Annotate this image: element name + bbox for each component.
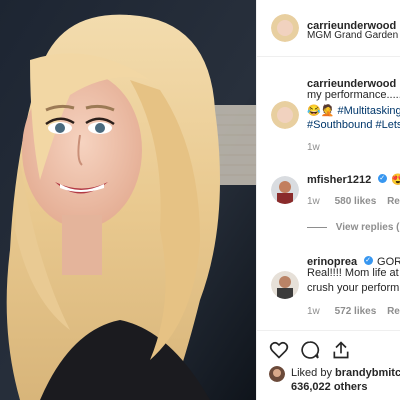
comment-username[interactable]: mfisher1212 <box>307 174 371 186</box>
comment-avatar-image <box>271 271 299 299</box>
caption-line3[interactable]: #Southbound #Lets <box>307 119 400 131</box>
avatar-image <box>271 14 299 42</box>
comment-icon[interactable] <box>300 340 320 360</box>
verified-icon: ✓ <box>377 174 387 184</box>
comment-likes[interactable]: 572 likes <box>335 306 377 317</box>
reply-button[interactable]: Repl <box>387 196 400 207</box>
caption-hashtag[interactable]: #Multitasking <box>337 105 400 117</box>
comment-avatar[interactable] <box>271 271 299 299</box>
liked-by-row: Liked by brandybmitch <box>291 367 400 379</box>
liked-by-avatar-image <box>269 366 285 382</box>
view-replies-label: View replies (14 <box>335 222 400 233</box>
comment-avatar-image <box>271 176 299 204</box>
caption-line2: 😂🤦 #Multitasking <box>307 104 400 117</box>
comment-likes[interactable]: 580 likes <box>335 196 377 207</box>
likes-count[interactable]: 636,022 others <box>291 381 400 393</box>
share-icon[interactable] <box>331 340 351 360</box>
caption-avatar[interactable] <box>271 101 299 129</box>
comment-text-line3: crush your perform <box>307 282 400 294</box>
avatar[interactable] <box>271 14 299 42</box>
view-replies-line <box>307 226 327 228</box>
verified-icon: ✓ <box>363 256 373 266</box>
comment-text: 😍😍 <box>391 174 400 186</box>
header-location[interactable]: MGM Grand Garden Ar <box>307 30 400 41</box>
comment-meta: 1w 580 likes Repl <box>307 196 400 207</box>
caption-avatar-image <box>271 101 299 129</box>
portrait-illustration <box>0 0 256 400</box>
post-photo[interactable] <box>0 0 256 400</box>
comment-header: mfisher1212 ✓ 😍😍 <box>307 170 400 188</box>
comment-avatar[interactable] <box>271 176 299 204</box>
liked-by-avatar[interactable] <box>269 366 285 382</box>
instagram-post: carrieunderwood ✓ MGM Grand Garden Ar ca… <box>0 0 400 400</box>
liked-by-prefix: Liked by <box>291 367 332 379</box>
comment-meta: 1w 572 likes Rep <box>307 306 400 317</box>
post-side-panel: carrieunderwood ✓ MGM Grand Garden Ar ca… <box>256 0 400 400</box>
reply-button[interactable]: Rep <box>387 306 400 317</box>
header-divider <box>257 56 400 57</box>
liked-by-user[interactable]: brandybmitch <box>335 367 400 379</box>
actions-divider <box>257 330 400 331</box>
heart-icon[interactable] <box>269 340 289 360</box>
comment-time: 1w <box>307 196 320 207</box>
comment-text-line2: Real!!!! Mom life at <box>307 267 399 279</box>
comment-time: 1w <box>307 306 320 317</box>
caption-time: 1w <box>307 142 320 153</box>
caption-emoji: 😂🤦 <box>307 105 335 117</box>
caption-line1: my performance....... <box>307 89 400 101</box>
view-replies-button[interactable]: View replies (14 <box>307 222 400 233</box>
